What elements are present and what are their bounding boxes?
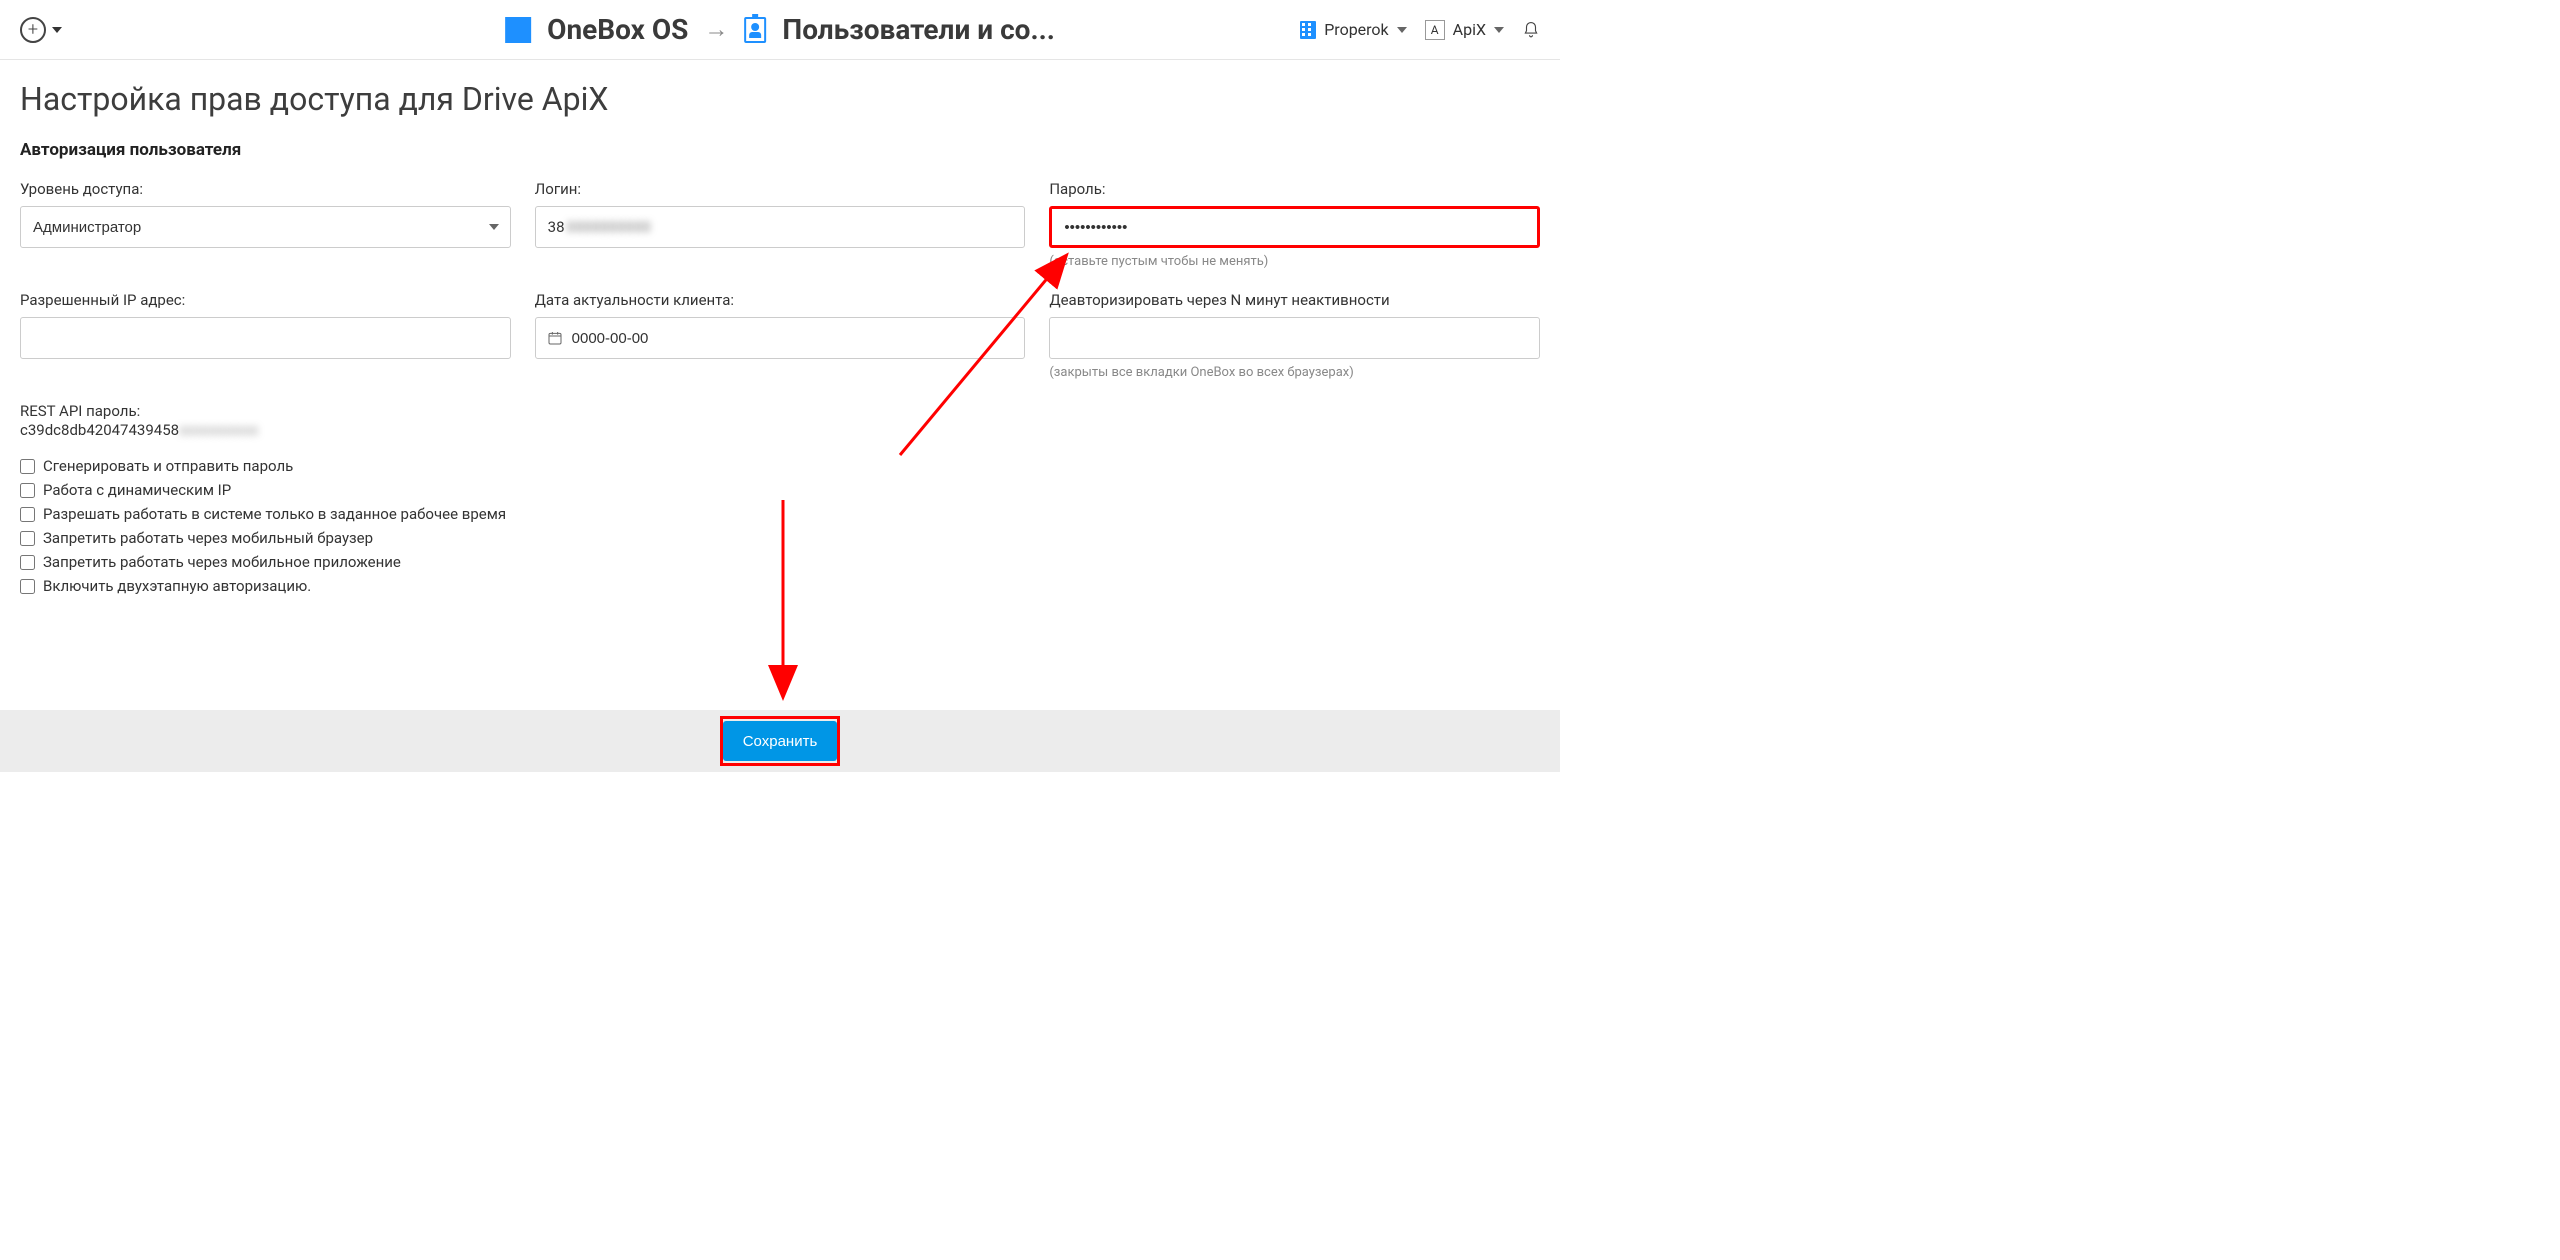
checkbox[interactable]	[20, 483, 35, 498]
plus-circle-icon: +	[20, 17, 46, 43]
rest-api-value-visible: c39dc8db42047439458	[20, 421, 179, 439]
access-level-select[interactable]: Администратор	[20, 206, 511, 248]
breadcrumb: OneBox OS → Пользователи и со...	[505, 13, 1055, 46]
auth-row-1: Уровень доступа: Администратор Логин: 38…	[20, 180, 1540, 269]
save-button[interactable]: Сохранить	[723, 721, 838, 761]
field-login: Логин: 380000000000	[535, 180, 1026, 269]
field-allowed-ip: Разрешенный IP адрес:	[20, 291, 511, 380]
org-switcher[interactable]: Properok	[1300, 20, 1406, 39]
password-input[interactable]	[1049, 206, 1540, 248]
checkbox-label: Сгенерировать и отправить пароль	[43, 457, 293, 475]
auth-row-2: Разрешенный IP адрес: Дата актуальности …	[20, 291, 1540, 380]
brand-logo-icon	[505, 17, 531, 43]
checkbox[interactable]	[20, 531, 35, 546]
password-label: Пароль:	[1049, 180, 1540, 198]
building-icon	[1300, 21, 1316, 39]
allowed-ip-label: Разрешенный IP адрес:	[20, 291, 511, 309]
field-client-date: Дата актуальности клиента:	[535, 291, 1026, 380]
checkbox-label: Разрешать работать в системе только в за…	[43, 505, 506, 523]
deauth-hint: (закрыты все вкладки OneBox во всех брау…	[1049, 365, 1540, 380]
checkbox-group: Сгенерировать и отправить пароль Работа …	[20, 457, 1540, 595]
client-date-label: Дата актуальности клиента:	[535, 291, 1026, 309]
chk-two-factor[interactable]: Включить двухэтапную авторизацию.	[20, 577, 1540, 595]
rest-api-label: REST API пароль:	[20, 402, 1540, 420]
add-button[interactable]: +	[20, 17, 62, 43]
chevron-down-icon	[1494, 27, 1504, 33]
checkbox[interactable]	[20, 459, 35, 474]
notifications-button[interactable]	[1522, 20, 1540, 40]
field-access-level: Уровень доступа: Администратор	[20, 180, 511, 269]
section-title-auth: Авторизация пользователя	[20, 140, 1540, 160]
brand-name[interactable]: OneBox OS	[547, 13, 688, 46]
field-password: Пароль: (оставьте пустым чтобы не менять…	[1049, 180, 1540, 269]
checkbox-label: Работа с динамическим IP	[43, 481, 231, 499]
access-level-label: Уровень доступа:	[20, 180, 511, 198]
chevron-down-icon	[52, 27, 62, 33]
bell-icon	[1522, 20, 1540, 40]
arrow-right-icon: →	[704, 15, 728, 44]
footer-bar: Сохранить	[0, 710, 1560, 772]
rest-api-row: REST API пароль: c39dc8db42047439458xxxx…	[20, 402, 1540, 439]
checkbox[interactable]	[20, 507, 35, 522]
checkbox-label: Включить двухэтапную авторизацию.	[43, 577, 311, 595]
content-area: Настройка прав доступа для Drive ApiX Ав…	[0, 60, 1560, 595]
password-hint: (оставьте пустым чтобы не менять)	[1049, 254, 1540, 269]
deauth-label: Деавторизировать через N минут неактивно…	[1049, 291, 1540, 309]
checkbox-label: Запретить работать через мобильный брауз…	[43, 529, 373, 547]
calendar-icon	[547, 330, 563, 346]
chk-block-mobile-browser[interactable]: Запретить работать через мобильный брауз…	[20, 529, 1540, 547]
chevron-down-icon	[1397, 27, 1407, 33]
checkbox-label: Запретить работать через мобильное прило…	[43, 553, 401, 571]
login-label: Логин:	[535, 180, 1026, 198]
allowed-ip-input[interactable]	[20, 317, 511, 359]
app-header: + OneBox OS → Пользователи и со... Prope…	[0, 0, 1560, 60]
page-title: Настройка прав доступа для Drive ApiX	[20, 80, 1540, 118]
rest-api-value-masked: xxxxxxxxxx	[179, 420, 258, 439]
avatar: A	[1425, 20, 1445, 40]
client-date-input[interactable]	[535, 317, 1026, 359]
field-deauth-minutes: Деавторизировать через N минут неактивно…	[1049, 291, 1540, 380]
chk-dynamic-ip[interactable]: Работа с динамическим IP	[20, 481, 1540, 499]
chk-generate-password[interactable]: Сгенерировать и отправить пароль	[20, 457, 1540, 475]
login-input[interactable]: 380000000000	[535, 206, 1026, 248]
checkbox[interactable]	[20, 555, 35, 570]
breadcrumb-page[interactable]: Пользователи и со...	[782, 13, 1054, 46]
deauth-input[interactable]	[1049, 317, 1540, 359]
user-name: ApiX	[1453, 20, 1486, 39]
header-left: +	[20, 17, 62, 43]
chk-work-hours-only[interactable]: Разрешать работать в системе только в за…	[20, 505, 1540, 523]
chk-block-mobile-app[interactable]: Запретить работать через мобильное прило…	[20, 553, 1540, 571]
header-right: Properok A ApiX	[1300, 20, 1540, 40]
users-app-icon	[744, 17, 766, 43]
checkbox[interactable]	[20, 579, 35, 594]
user-menu[interactable]: A ApiX	[1425, 20, 1504, 40]
org-name: Properok	[1324, 20, 1388, 39]
